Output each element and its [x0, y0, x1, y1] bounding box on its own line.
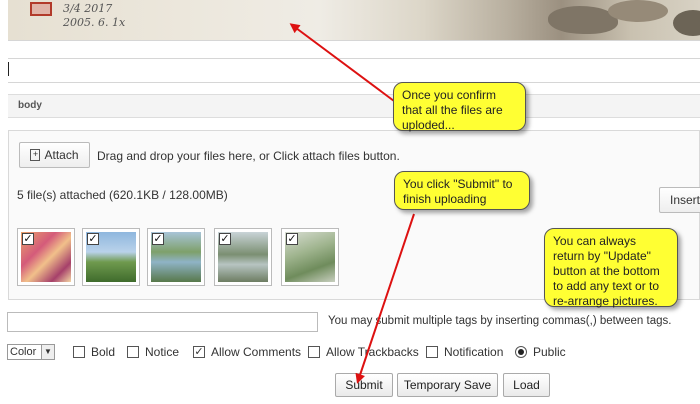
- allow-trackbacks-checkbox[interactable]: [308, 346, 320, 358]
- attach-button[interactable]: + Attach: [19, 142, 90, 168]
- thumbnail-checkbox[interactable]: ✓: [286, 233, 298, 245]
- allow-comments-label: Allow Comments: [211, 345, 302, 359]
- thumbnail-checkbox[interactable]: ✓: [152, 233, 164, 245]
- rock-shape: [608, 0, 668, 22]
- temporary-save-button[interactable]: Temporary Save: [397, 373, 498, 397]
- callout-submit: You click "Submit" to finish uploading: [394, 171, 530, 210]
- insert-button[interactable]: Insert: [659, 187, 700, 213]
- thumbnail[interactable]: ✓: [147, 228, 205, 286]
- color-select[interactable]: Color ▼: [7, 344, 55, 360]
- public-label: Public: [533, 345, 566, 359]
- rock-shape: [673, 10, 700, 36]
- body-path-label: body: [18, 100, 42, 111]
- notice-label: Notice: [145, 345, 180, 359]
- chevron-down-icon: ▼: [41, 345, 54, 359]
- thumbnail[interactable]: ✓: [214, 228, 272, 286]
- thumbnail[interactable]: ✓: [17, 228, 75, 286]
- allow-trackbacks-label: Allow Trackbacks: [326, 345, 419, 359]
- editor-path-bar: body: [8, 94, 700, 118]
- submit-button[interactable]: Submit: [335, 373, 393, 397]
- thumbnail[interactable]: ✓: [82, 228, 140, 286]
- tags-help-text: You may submit multiple tags by insertin…: [328, 315, 672, 327]
- notification-option[interactable]: Notification: [426, 345, 503, 359]
- thumbnail[interactable]: ✓: [281, 228, 339, 286]
- editor-divider: [8, 40, 700, 41]
- load-button[interactable]: Load: [503, 373, 550, 397]
- painting-image: 3/4 2017 2005. 6. 1x: [8, 0, 700, 40]
- thumbnail-checkbox[interactable]: ✓: [87, 233, 99, 245]
- painting-signature: 3/4 2017 2005. 6. 1x: [63, 2, 126, 29]
- editor-divider: [8, 82, 700, 83]
- bold-checkbox[interactable]: [73, 346, 85, 358]
- thumbnail-checkbox[interactable]: ✓: [22, 233, 34, 245]
- editor-divider: [8, 58, 700, 59]
- public-option[interactable]: Public: [515, 345, 566, 359]
- attach-button-label: Attach: [44, 148, 79, 162]
- bold-label: Bold: [91, 345, 116, 359]
- tags-input[interactable]: [7, 312, 318, 332]
- bold-option[interactable]: Bold: [73, 345, 115, 359]
- public-radio[interactable]: [515, 346, 527, 358]
- notification-checkbox[interactable]: [426, 346, 438, 358]
- text-caret[interactable]: [8, 62, 9, 76]
- allow-trackbacks-option[interactable]: Allow Trackbacks: [308, 345, 419, 359]
- drag-drop-hint: Drag and drop your files here, or Click …: [97, 149, 400, 163]
- allow-comments-checkbox[interactable]: ✓: [193, 346, 205, 358]
- callout-confirm: Once you confirm that all the files are …: [393, 82, 526, 132]
- attached-count: 5 file(s) attached (620.1KB / 128.00MB): [17, 188, 228, 202]
- attach-file-icon: +: [30, 149, 41, 161]
- notice-option[interactable]: Notice: [127, 345, 179, 359]
- thumbnail-checkbox[interactable]: ✓: [219, 233, 231, 245]
- color-select-value: Color: [10, 346, 37, 358]
- callout-update: You can always return by "Update" button…: [544, 228, 678, 308]
- allow-comments-option[interactable]: ✓ Allow Comments: [193, 345, 301, 359]
- seal-stamp: [30, 2, 52, 16]
- notification-label: Notification: [444, 345, 504, 359]
- notice-checkbox[interactable]: [127, 346, 139, 358]
